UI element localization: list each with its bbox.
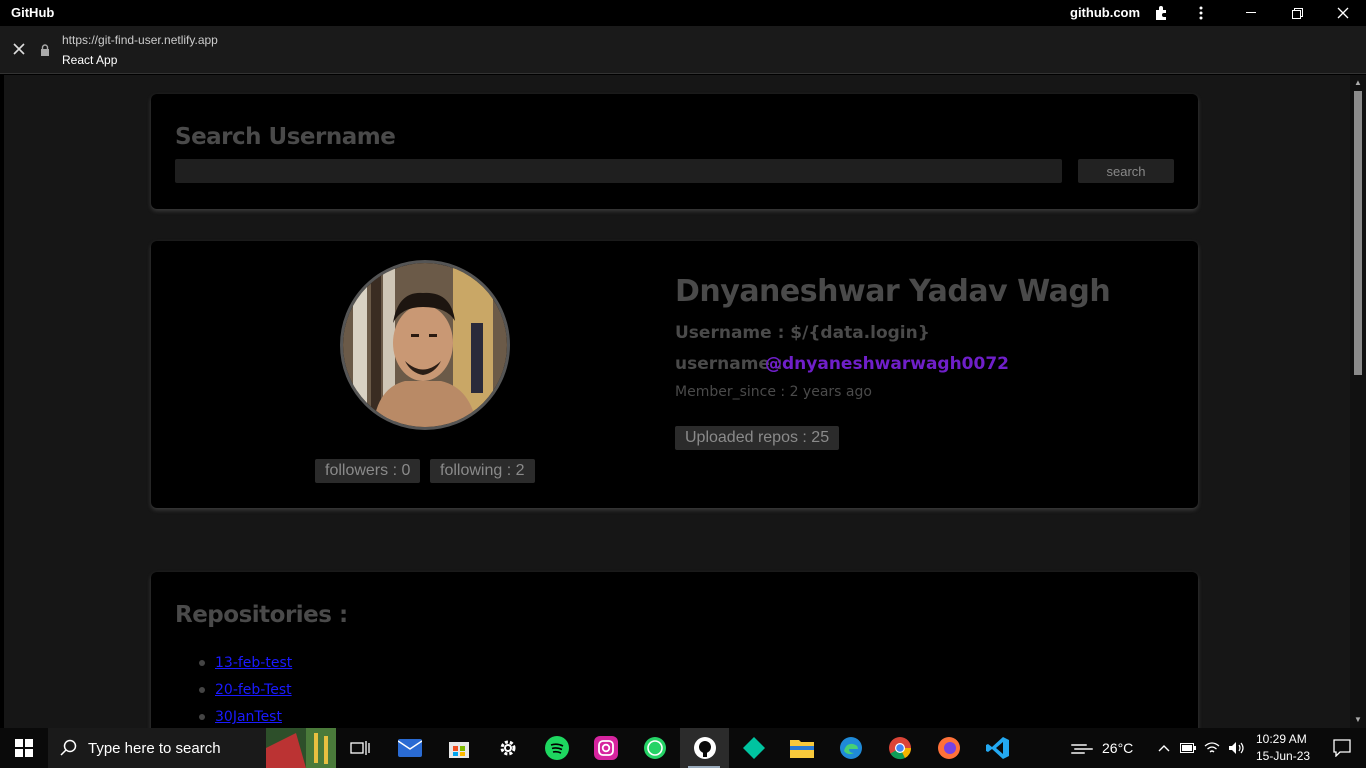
vscode-icon[interactable] [974, 728, 1022, 768]
start-button[interactable] [0, 728, 48, 768]
following-badge: following : 2 [430, 459, 535, 483]
scroll-down-icon[interactable]: ▼ [1353, 715, 1363, 725]
repositories-card: Repositories : 13-feb-test 20-feb-Test 3… [151, 572, 1198, 728]
instagram-icon[interactable] [582, 728, 630, 768]
profile-username-template: Username : $/{data.login} [675, 323, 930, 343]
repo-link[interactable]: 20-feb-Test [215, 682, 292, 698]
notifications-icon[interactable] [1318, 728, 1366, 768]
taskbar-search-placeholder: Type here to search [88, 739, 221, 757]
list-item: 30JanTest [198, 708, 292, 728]
clock-time[interactable]: 10:29 AM [1256, 732, 1307, 746]
lock-icon [40, 43, 50, 56]
edge-icon[interactable] [827, 728, 875, 768]
store-icon[interactable] [435, 728, 483, 768]
followers-badge: followers : 0 [315, 459, 421, 483]
volume-icon[interactable] [1224, 728, 1248, 768]
uploaded-repos-badge: Uploaded repos : 25 [675, 426, 840, 450]
repositories-heading: Repositories : [175, 602, 348, 628]
mail-icon[interactable] [386, 728, 434, 768]
spotify-icon[interactable] [533, 728, 581, 768]
battery-icon[interactable] [1176, 728, 1200, 768]
page-title: React App [62, 53, 118, 67]
chevron-up-icon[interactable] [1152, 728, 1176, 768]
repo-link[interactable]: 13-feb-test [215, 655, 292, 671]
site-domain: github.com [1070, 5, 1141, 20]
search-icon [60, 739, 77, 756]
task-view-icon[interactable] [336, 728, 384, 768]
window-titlebar: GitHub github.com [0, 0, 1366, 26]
close-icon[interactable] [1320, 0, 1366, 26]
page-viewport: Search Username search followers : 0 fol… [0, 75, 1350, 728]
windows-icon [15, 739, 33, 757]
member-since: Member_since : 2 years ago [675, 384, 872, 400]
app-title: GitHub [11, 5, 55, 20]
taskbar-search[interactable]: Type here to search [48, 728, 336, 768]
avatar [340, 260, 510, 430]
url-text[interactable]: https://git-find-user.netlify.app [62, 33, 218, 47]
profile-full-name: Dnyaneshwar Yadav Wagh [675, 274, 1111, 309]
search-button[interactable]: search [1078, 159, 1174, 183]
settings-gear-icon[interactable] [484, 728, 532, 768]
list-item: 20-feb-Test [198, 681, 292, 708]
search-input[interactable] [175, 159, 1062, 183]
repo-link[interactable]: 30JanTest [215, 709, 282, 725]
wifi-icon[interactable] [1200, 728, 1224, 768]
scroll-up-icon[interactable]: ▲ [1353, 78, 1363, 88]
close-tab-icon[interactable] [10, 40, 28, 58]
clock-date[interactable]: 15-Jun-23 [1256, 749, 1310, 763]
list-item: 13-feb-test [198, 654, 292, 681]
taskbar: Type here to search 26°C 10:29 AM 15-Jun… [0, 728, 1366, 768]
chrome-icon[interactable] [876, 728, 924, 768]
page-scrollbar[interactable]: ▲ ▼ [1350, 75, 1366, 728]
search-heading: Search Username [175, 124, 396, 150]
profile-card: followers : 0 following : 2 Dnyaneshwar … [151, 241, 1198, 508]
minimize-icon[interactable] [1228, 0, 1274, 26]
weather-icon[interactable] [1058, 728, 1106, 768]
url-bar: https://git-find-user.netlify.app React … [0, 26, 1366, 74]
firefox-icon[interactable] [925, 728, 973, 768]
whatsapp-icon[interactable] [631, 728, 679, 768]
search-highlight-icon [266, 728, 336, 768]
profile-username-link[interactable]: @dnyaneshwarwagh0072 [765, 354, 1009, 374]
diamond-app-icon[interactable] [730, 728, 778, 768]
repo-list: 13-feb-test 20-feb-Test 30JanTest [198, 654, 292, 728]
more-menu-icon[interactable] [1178, 0, 1224, 26]
file-explorer-icon[interactable] [778, 728, 826, 768]
weather-temp[interactable]: 26°C [1102, 740, 1133, 756]
search-card: Search Username search [151, 94, 1198, 209]
restore-icon[interactable] [1274, 0, 1320, 26]
scrollbar-thumb[interactable] [1354, 91, 1362, 375]
github-desktop-icon[interactable] [680, 728, 729, 768]
